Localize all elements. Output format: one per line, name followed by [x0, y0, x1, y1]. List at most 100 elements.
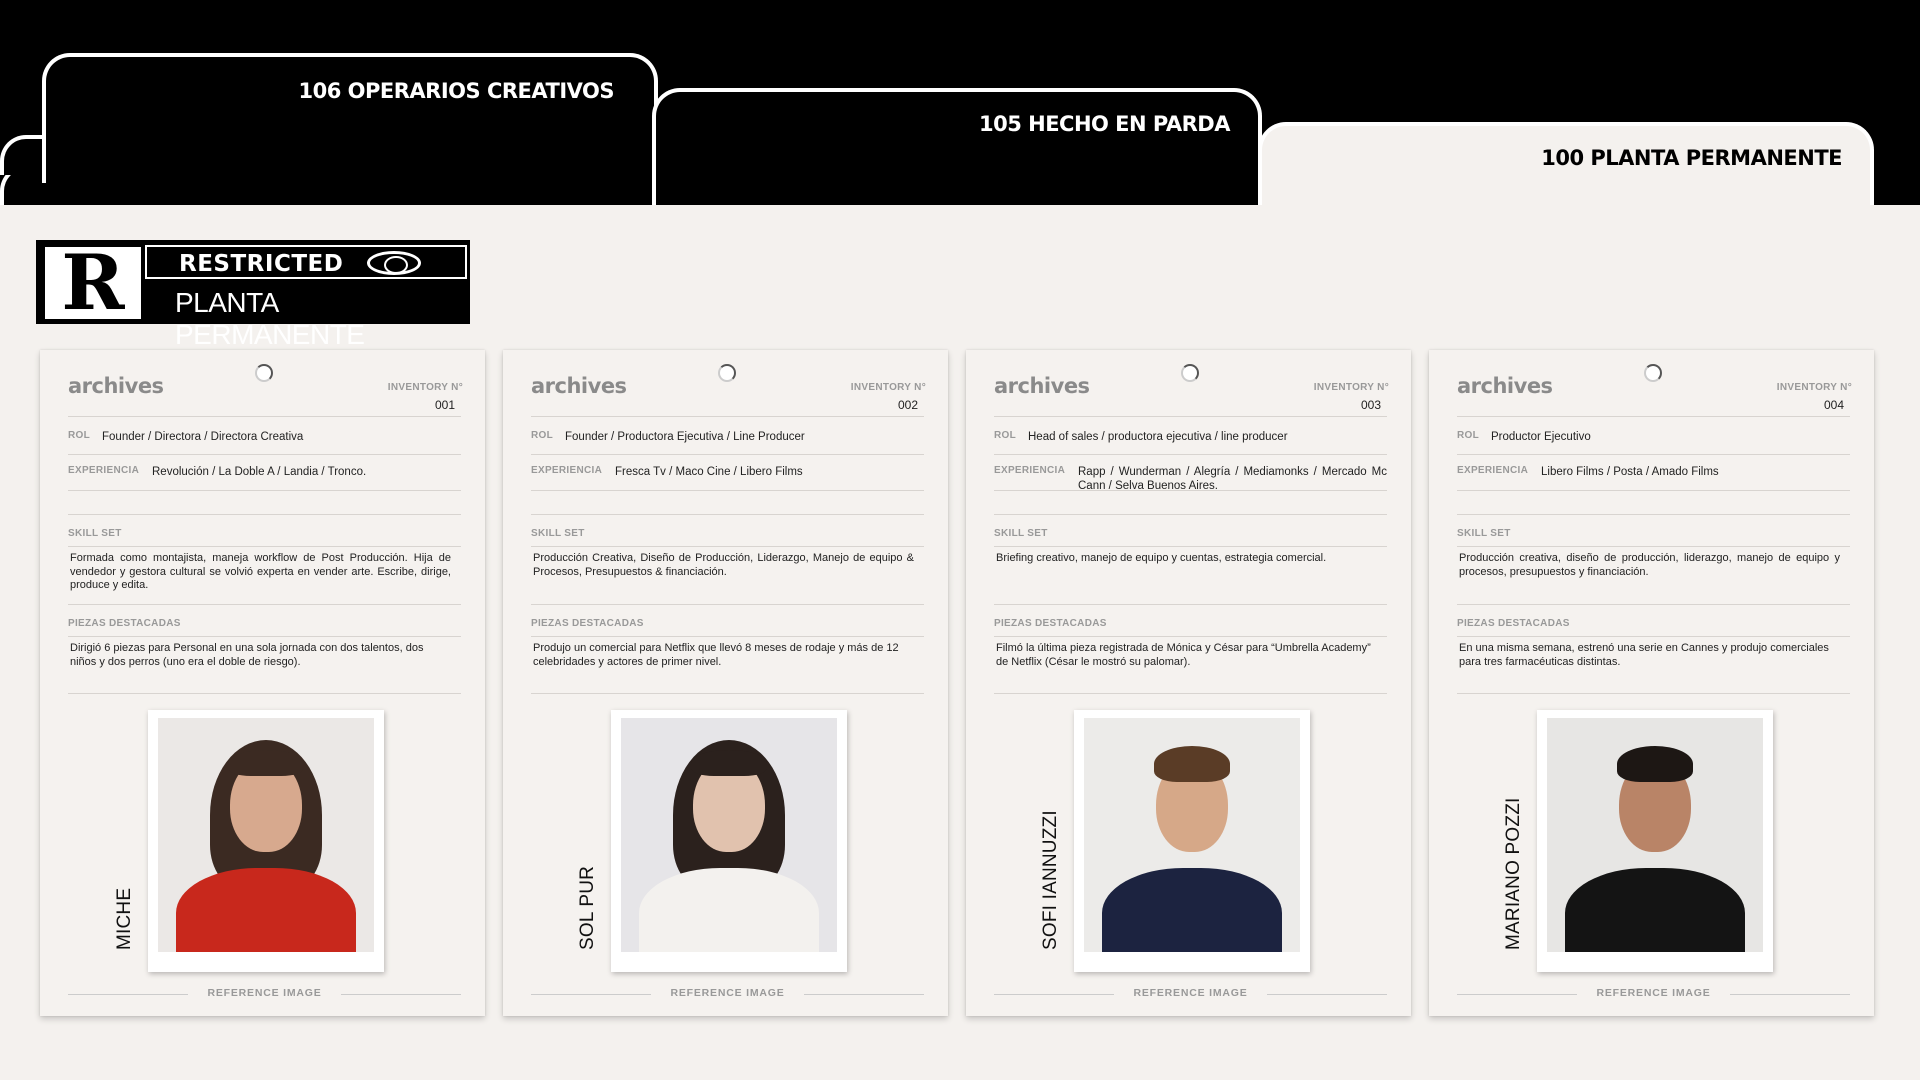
divider — [531, 454, 924, 455]
reference-caption: REFERENCE IMAGE — [994, 987, 1387, 1001]
punch-hole-icon — [255, 364, 273, 382]
piezas-value: En una misma semana, estrenó una serie e… — [1459, 642, 1829, 668]
person-name: SOL PUR — [577, 865, 598, 950]
experiencia-label: EXPERIENCIA — [68, 465, 140, 476]
divider — [68, 490, 461, 491]
tab-hecho-en-parda[interactable]: 105 HECHO EN PARDA — [652, 88, 1262, 208]
profile-card[interactable]: archives INVENTORY N° 002 ROL Founder / … — [503, 350, 948, 1016]
experiencia-label: EXPERIENCIA — [994, 465, 1066, 476]
rol-label: ROL — [68, 430, 91, 441]
divider — [531, 636, 924, 637]
divider — [531, 693, 924, 694]
badge-top-label: RESTRICTED — [179, 251, 344, 277]
piezas-label: PIEZAS DESTACADAS — [531, 618, 644, 629]
punch-hole-icon — [1181, 364, 1199, 382]
piezas-value: Dirigió 6 piezas para Personal en una so… — [70, 642, 424, 668]
rol-value: Head of sales / productora ejecutiva / l… — [1028, 431, 1288, 443]
polaroid-frame — [611, 710, 847, 972]
experiencia-value: Revolución / La Doble A / Landia / Tronc… — [152, 466, 367, 478]
rating-badge: R RESTRICTED PLANTA PERMANENTE — [36, 240, 470, 350]
person-name: SOFI IANNUZZI — [1040, 810, 1061, 950]
reference-label: REFERENCE IMAGE — [1133, 987, 1248, 999]
portrait-hair — [1617, 746, 1693, 782]
divider — [994, 604, 1387, 605]
divider — [994, 490, 1387, 491]
skill-set-label: SKILL SET — [531, 528, 585, 539]
piezas-label: PIEZAS DESTACADAS — [994, 618, 1107, 629]
inventory-label: INVENTORY N° — [1313, 382, 1389, 393]
rol-label: ROL — [994, 430, 1017, 441]
divider — [1457, 514, 1850, 515]
reference-label: REFERENCE IMAGE — [207, 987, 322, 999]
divider — [1457, 490, 1850, 491]
portrait-torso — [1565, 868, 1745, 952]
skill-set-label: SKILL SET — [68, 528, 122, 539]
experiencia-label: EXPERIENCIA — [531, 465, 603, 476]
profile-card[interactable]: archives INVENTORY N° 001 ROL Founder / … — [40, 350, 485, 1016]
divider — [68, 416, 461, 417]
divider — [1457, 636, 1850, 637]
experiencia-value: Libero Films / Posta / Amado Films — [1541, 466, 1719, 478]
inventory-label: INVENTORY N° — [850, 382, 926, 393]
tab-operarios-creativos[interactable]: 106 OPERARIOS CREATIVOS — [42, 53, 658, 183]
divider — [994, 454, 1387, 455]
divider — [531, 416, 924, 417]
divider — [994, 693, 1387, 694]
divider — [994, 636, 1387, 637]
inventory-label: INVENTORY N° — [1776, 382, 1852, 393]
skill-set-label: SKILL SET — [1457, 528, 1511, 539]
skill-set-value: Producción creativa, diseño de producció… — [1459, 552, 1840, 578]
divider — [531, 514, 924, 515]
polaroid-frame — [148, 710, 384, 972]
experiencia-value: Fresca Tv / Maco Cine / Libero Films — [615, 466, 803, 478]
piezas-label: PIEZAS DESTACADAS — [1457, 618, 1570, 629]
card-brand: archives — [531, 374, 627, 398]
divider — [68, 514, 461, 515]
rol-label: ROL — [1457, 430, 1480, 441]
divider — [68, 693, 461, 694]
skill-set-label: SKILL SET — [994, 528, 1048, 539]
divider — [68, 454, 461, 455]
rol-value: Founder / Directora / Directora Creativa — [102, 431, 304, 443]
portrait-photo — [1084, 718, 1300, 952]
badge-bottom-label: PLANTA PERMANENTE — [175, 287, 365, 350]
inventory-number: 003 — [1360, 398, 1381, 412]
punch-hole-icon — [1644, 364, 1662, 382]
skill-set-value: Producción Creativa, Diseño de Producció… — [533, 552, 914, 578]
divider — [531, 604, 924, 605]
tab-label: 106 OPERARIOS CREATIVOS — [298, 79, 615, 103]
rol-value: Productor Ejecutivo — [1491, 431, 1591, 443]
portrait-photo — [1547, 718, 1763, 952]
divider — [994, 416, 1387, 417]
tab-label: 100 PLANTA PERMANENTE — [1541, 146, 1842, 170]
profile-card[interactable]: archives INVENTORY N° 004 ROL Productor … — [1429, 350, 1874, 1016]
person-name: MARIANO POZZI — [1503, 797, 1524, 951]
divider — [531, 490, 924, 491]
badge-bottom: PLANTA PERMANENTE — [145, 283, 467, 350]
globe-logo-icon — [367, 251, 421, 275]
inventory-number: 002 — [897, 398, 918, 412]
polaroid-frame — [1074, 710, 1310, 972]
inventory-number: 001 — [434, 398, 455, 412]
portrait-bangs — [228, 750, 304, 776]
punch-hole-icon — [718, 364, 736, 382]
piezas-value: Filmó la última pieza registrada de Móni… — [996, 642, 1371, 668]
divider — [994, 514, 1387, 515]
rol-label: ROL — [531, 430, 554, 441]
reference-label: REFERENCE IMAGE — [1596, 987, 1711, 999]
polaroid-frame — [1537, 710, 1773, 972]
portrait-torso — [1102, 868, 1282, 952]
profile-card[interactable]: archives INVENTORY N° 003 ROL Head of sa… — [966, 350, 1411, 1016]
skill-set-value: Briefing creativo, manejo de equipo y cu… — [996, 552, 1327, 564]
portrait-photo — [158, 718, 374, 952]
badge-top: RESTRICTED — [145, 245, 467, 279]
divider — [68, 546, 461, 547]
portrait-torso — [176, 868, 356, 952]
piezas-label: PIEZAS DESTACADAS — [68, 618, 181, 629]
rol-value: Founder / Productora Ejecutiva / Line Pr… — [565, 431, 805, 443]
divider — [68, 604, 461, 605]
portrait-photo — [621, 718, 837, 952]
inventory-number: 004 — [1823, 398, 1844, 412]
tab-label: 105 HECHO EN PARDA — [978, 112, 1231, 136]
portrait-bangs — [691, 750, 767, 776]
